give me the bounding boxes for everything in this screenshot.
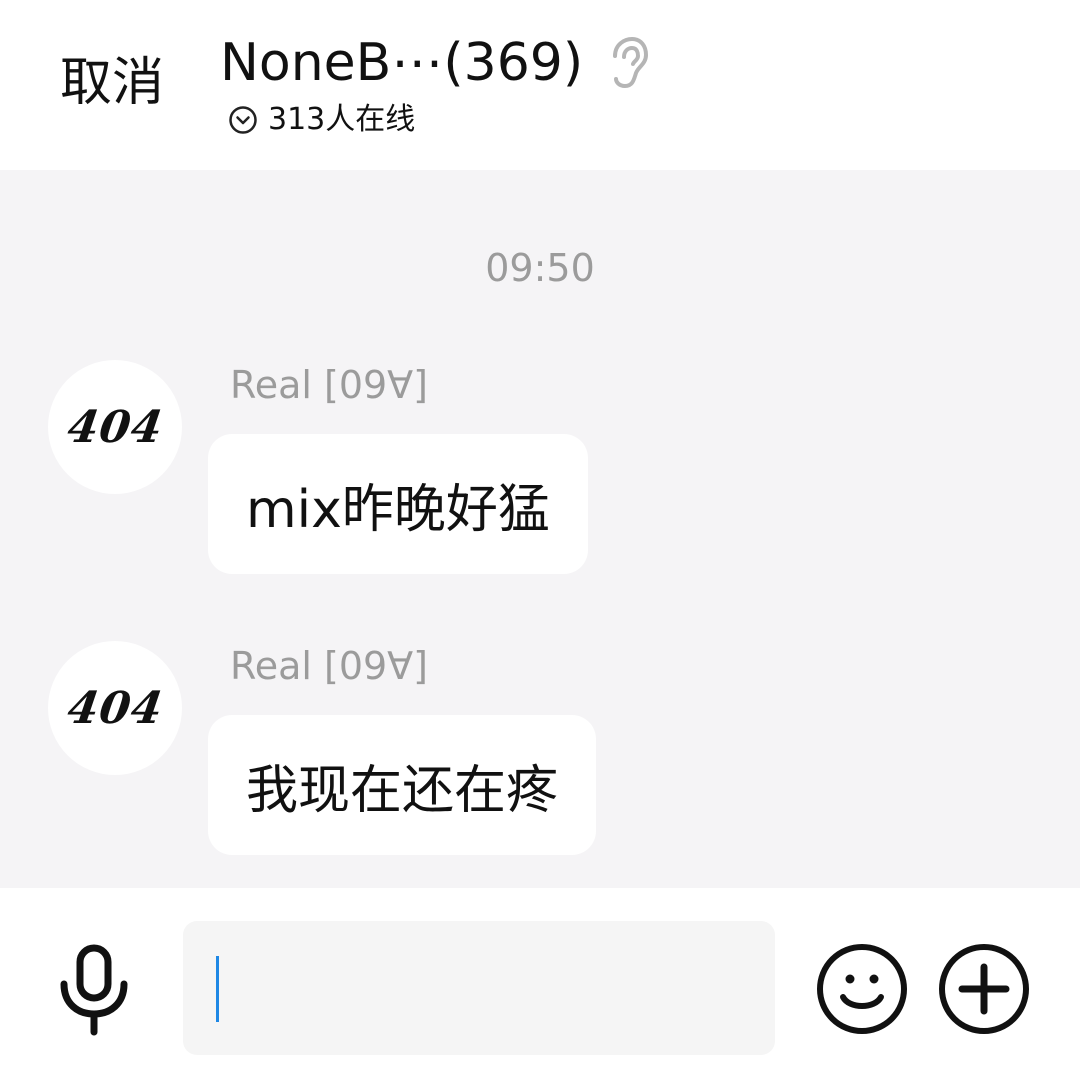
plus-icon[interactable]	[938, 943, 1030, 1035]
message-bubble[interactable]: mix昨晚好猛	[208, 434, 588, 574]
sender-name[interactable]: Real [09∀]	[230, 643, 428, 689]
message-bubble[interactable]: 我现在还在疼	[208, 715, 597, 855]
avatar-text: 404	[63, 682, 167, 734]
message-list[interactable]: 09:50 404 Real [09∀] mix昨晚好猛 404 Real [0…	[0, 170, 1080, 888]
online-status[interactable]: 313人在线	[228, 100, 415, 140]
avatar-text: 404	[63, 401, 167, 453]
ear-icon[interactable]	[607, 36, 649, 90]
text-caret	[216, 956, 219, 1022]
title-row[interactable]: NoneB⋯(369)	[220, 30, 649, 96]
chat-header: 取消 NoneB⋯(369) 313人在线	[0, 0, 1080, 170]
emoji-icon[interactable]	[816, 943, 908, 1035]
avatar[interactable]: 404	[48, 360, 182, 494]
cancel-button[interactable]: 取消	[60, 52, 164, 114]
input-bar	[0, 888, 1080, 1090]
microphone-icon[interactable]	[56, 944, 132, 1036]
message-input[interactable]	[183, 921, 775, 1055]
avatar[interactable]: 404	[48, 641, 182, 775]
online-count: 313人在线	[268, 102, 416, 137]
sender-name[interactable]: Real [09∀]	[230, 362, 428, 408]
chevron-down-circle-icon	[228, 105, 258, 135]
message-timestamp: 09:50	[485, 246, 595, 290]
group-title[interactable]: NoneB⋯(369)	[220, 30, 583, 96]
